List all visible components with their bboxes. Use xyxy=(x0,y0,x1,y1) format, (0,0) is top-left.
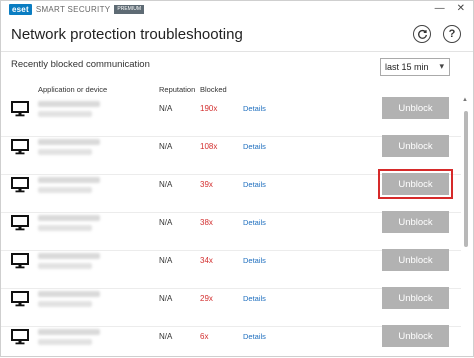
unblock-button-highlighted[interactable]: Unblock xyxy=(378,169,453,199)
details-link[interactable]: Details xyxy=(243,142,266,151)
table-row: N/A 108x Details Unblock xyxy=(1,135,461,175)
scroll-thumb[interactable] xyxy=(464,111,468,247)
unblock-button[interactable]: Unblock xyxy=(382,211,449,233)
monitor-icon xyxy=(11,215,29,231)
reputation-value: N/A xyxy=(159,294,173,303)
time-filter-select[interactable]: last 15 min ▾ xyxy=(380,58,450,76)
unblock-button[interactable]: Unblock xyxy=(382,249,449,271)
monitor-icon xyxy=(11,291,29,307)
unblock-button[interactable]: Unblock xyxy=(382,287,449,309)
refresh-button[interactable] xyxy=(413,25,431,43)
monitor-icon xyxy=(11,253,29,269)
blocked-count: 39x xyxy=(200,180,213,189)
blocked-count: 108x xyxy=(200,142,218,151)
blocked-count: 190x xyxy=(200,104,218,113)
time-filter-value: last 15 min xyxy=(385,62,429,72)
close-button[interactable]: ✕ xyxy=(457,3,465,14)
table-row: N/A 190x Details Unblock xyxy=(1,97,461,137)
monitor-icon xyxy=(11,101,29,117)
details-link[interactable]: Details xyxy=(243,104,266,113)
app-path-redacted xyxy=(38,225,92,231)
app-name-redacted xyxy=(38,215,100,221)
section-label: Recently blocked communication xyxy=(11,59,150,70)
table-header: Application or device Reputation Blocked xyxy=(1,85,473,97)
unblock-button[interactable]: Unblock xyxy=(382,135,449,157)
reputation-value: N/A xyxy=(159,332,173,341)
blocked-list: N/A 190x Details Unblock N/A 108x Detail… xyxy=(1,97,461,358)
reputation-value: N/A xyxy=(159,218,173,227)
blocked-count: 38x xyxy=(200,218,213,227)
page-header: Network protection troubleshooting ? xyxy=(1,17,473,51)
details-link[interactable]: Details xyxy=(243,256,266,265)
page-title: Network protection troubleshooting xyxy=(11,26,243,43)
chevron-down-icon: ▾ xyxy=(439,61,444,71)
refresh-icon xyxy=(417,29,427,39)
vertical-scrollbar[interactable]: ▲ xyxy=(461,97,471,358)
header-divider xyxy=(1,51,473,52)
app-name-redacted xyxy=(38,177,100,183)
column-header-blocked: Blocked xyxy=(200,85,227,94)
blocked-count: 34x xyxy=(200,256,213,265)
details-link[interactable]: Details xyxy=(243,294,266,303)
monitor-icon xyxy=(11,177,29,193)
minimize-button[interactable]: — xyxy=(435,3,445,14)
app-path-redacted xyxy=(38,301,92,307)
product-name: SMART SECURITY xyxy=(35,5,111,14)
app-name-redacted xyxy=(38,101,100,107)
app-name-redacted xyxy=(38,291,100,297)
app-window: eset SMART SECURITY PREMIUM — ✕ Network … xyxy=(0,0,474,357)
title-bar: eset SMART SECURITY PREMIUM — ✕ xyxy=(1,1,473,17)
table-row: N/A 29x Details Unblock xyxy=(1,287,461,327)
reputation-value: N/A xyxy=(159,180,173,189)
unblock-button[interactable]: Unblock xyxy=(382,97,449,119)
scroll-up-icon[interactable]: ▲ xyxy=(462,97,468,103)
column-header-reputation: Reputation xyxy=(159,85,196,94)
app-name-redacted xyxy=(38,139,100,145)
details-link[interactable]: Details xyxy=(243,218,266,227)
app-name-redacted xyxy=(38,329,100,335)
details-link[interactable]: Details xyxy=(243,332,266,341)
table-row: N/A 6x Details Unblock xyxy=(1,325,461,358)
reputation-value: N/A xyxy=(159,142,173,151)
app-path-redacted xyxy=(38,339,92,345)
reputation-value: N/A xyxy=(159,104,173,113)
table-row: N/A 34x Details Unblock xyxy=(1,249,461,289)
blocked-count: 6x xyxy=(200,332,209,341)
app-path-redacted xyxy=(38,149,92,155)
unblock-button[interactable]: Unblock xyxy=(382,325,449,347)
logo-mark: eset xyxy=(9,4,32,15)
table-row: N/A 38x Details Unblock xyxy=(1,211,461,251)
table-row: N/A 39x Details Unblock xyxy=(1,169,461,213)
app-path-redacted xyxy=(38,187,92,193)
help-button[interactable]: ? xyxy=(443,25,461,43)
help-icon: ? xyxy=(448,28,456,40)
blocked-count: 29x xyxy=(200,294,213,303)
monitor-icon xyxy=(11,329,29,345)
details-link[interactable]: Details xyxy=(243,180,266,189)
app-name-redacted xyxy=(38,253,100,259)
window-controls: — ✕ xyxy=(435,3,465,14)
eset-logo: eset SMART SECURITY PREMIUM xyxy=(9,4,145,15)
reputation-value: N/A xyxy=(159,256,173,265)
app-path-redacted xyxy=(38,263,92,269)
edition-badge: PREMIUM xyxy=(114,5,145,14)
monitor-icon xyxy=(11,139,29,155)
column-header-app: Application or device xyxy=(38,85,108,94)
app-path-redacted xyxy=(38,111,92,117)
